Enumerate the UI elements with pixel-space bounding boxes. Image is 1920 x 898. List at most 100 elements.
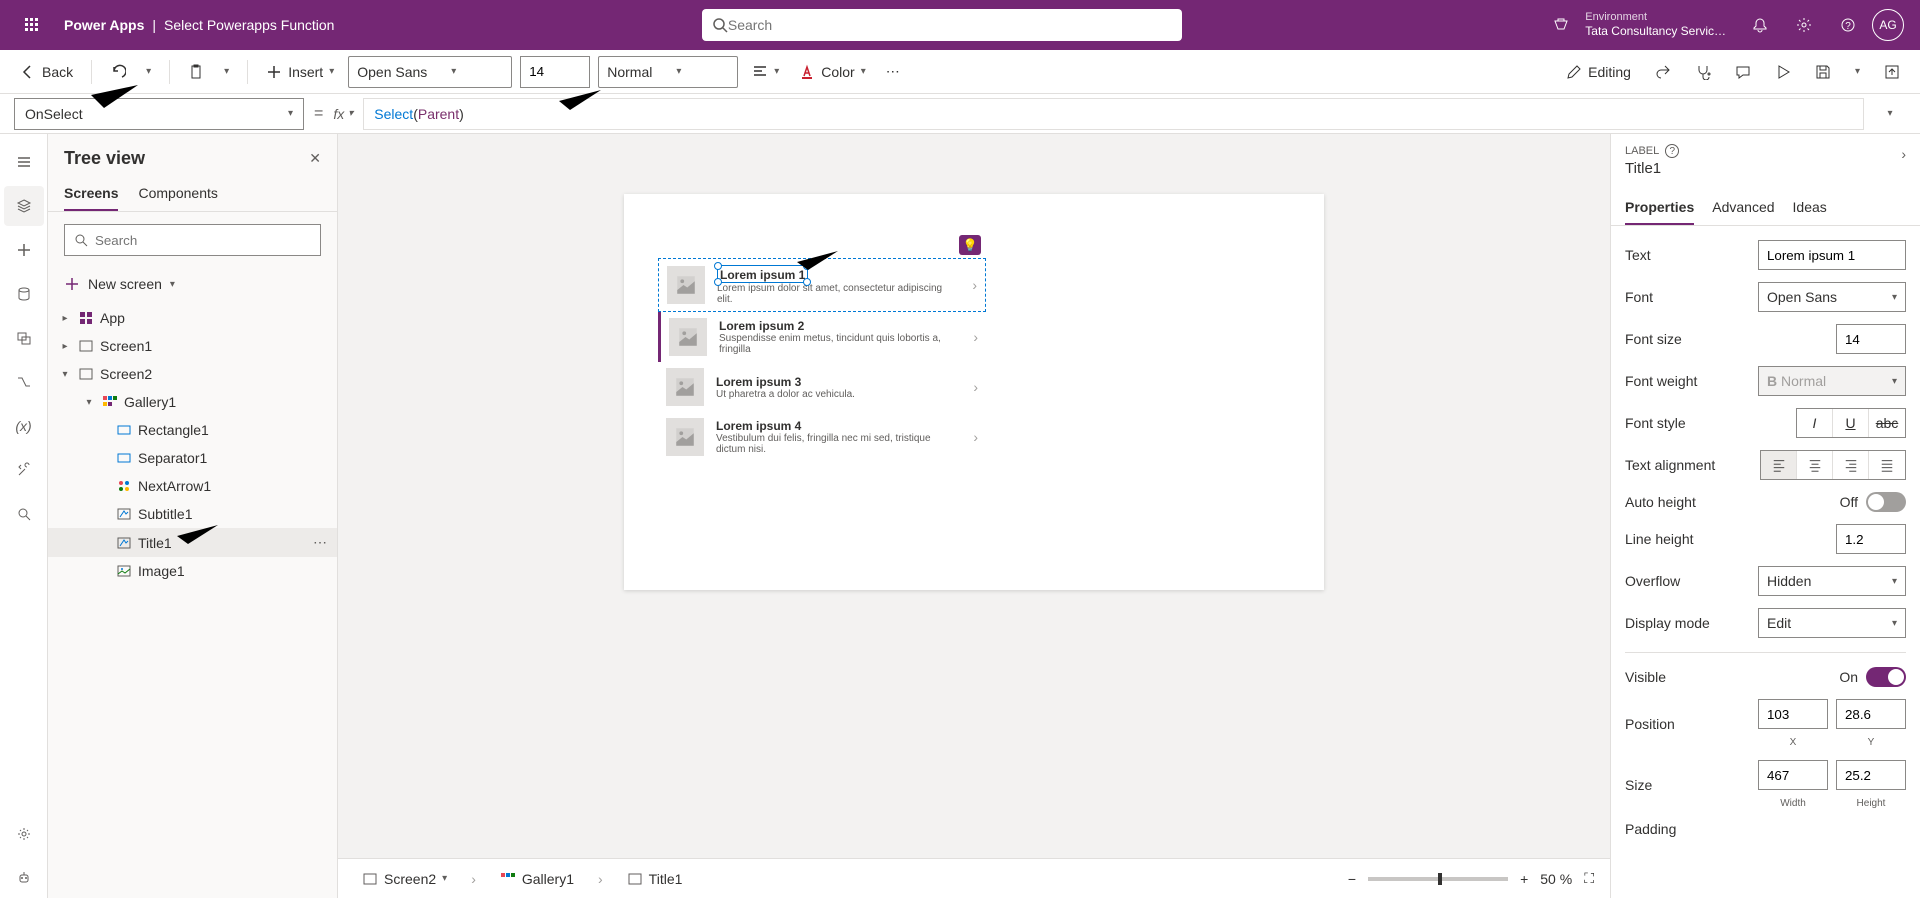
align-left-button[interactable] [1761, 451, 1797, 479]
search-input[interactable] [728, 17, 1172, 33]
save-menu[interactable]: ▾ [1849, 62, 1866, 81]
tab-screens[interactable]: Screens [64, 177, 118, 211]
more-options[interactable]: ⋯ [880, 59, 906, 84]
formula-expand[interactable]: ▾ [1874, 98, 1906, 130]
app-name[interactable]: Power Apps [56, 17, 152, 33]
tab-advanced[interactable]: Advanced [1712, 191, 1774, 225]
tree-node-image1[interactable]: Image1 [48, 557, 337, 585]
info-icon[interactable]: ? [1665, 144, 1679, 158]
title-control-selected[interactable]: Lorem ipsum 1 [717, 265, 808, 283]
app-canvas[interactable]: 💡 Lorem ipsum 1 Lorem ipsum dolor sit am… [624, 194, 1324, 590]
paste-menu[interactable]: ▾ [218, 62, 235, 81]
undo-menu[interactable]: ▾ [140, 62, 157, 81]
breadcrumb-title1[interactable]: Title1 [619, 867, 691, 891]
tab-ideas[interactable]: Ideas [1793, 191, 1827, 225]
prop-font-select[interactable]: Open Sans▾ [1758, 282, 1906, 312]
tree-search-input[interactable] [95, 233, 312, 248]
back-button[interactable]: Back [14, 60, 79, 84]
prop-overflow-select[interactable]: Hidden▾ [1758, 566, 1906, 596]
ideas-bulb[interactable]: 💡 [959, 235, 981, 255]
comments-button[interactable] [1729, 60, 1757, 84]
next-arrow-icon[interactable]: › [973, 429, 978, 445]
environment-icon[interactable] [1541, 5, 1581, 45]
gallery-item[interactable]: Lorem ipsum 2Suspendisse enim metus, tin… [658, 312, 986, 362]
tree-node-more[interactable]: ⋯ [313, 534, 327, 551]
tree-node-screen1[interactable]: ▸Screen1 [48, 332, 337, 360]
tree-node-gallery1[interactable]: ▾Gallery1 [48, 388, 337, 416]
user-avatar[interactable]: AG [1872, 9, 1904, 41]
undo-button[interactable] [104, 60, 132, 84]
gallery-item[interactable]: Lorem ipsum 3Ut pharetra a dolor ac vehi… [658, 362, 986, 412]
share-button[interactable] [1649, 60, 1677, 84]
header-search[interactable] [702, 9, 1182, 41]
app-checker-button[interactable] [1689, 60, 1717, 84]
align-button[interactable]: ▾ [746, 60, 785, 84]
strike-button[interactable]: abc [1869, 409, 1905, 437]
tree-node-app[interactable]: ▸App [48, 304, 337, 332]
publish-button[interactable] [1878, 60, 1906, 84]
rail-media[interactable] [4, 318, 44, 358]
font-size-input[interactable] [520, 56, 590, 88]
app-launcher[interactable] [8, 1, 56, 49]
prop-position-x[interactable] [1758, 699, 1828, 729]
rail-settings[interactable] [4, 814, 44, 854]
rail-tools[interactable] [4, 450, 44, 490]
gallery-control[interactable]: 💡 Lorem ipsum 1 Lorem ipsum dolor sit am… [658, 258, 986, 462]
fit-to-window[interactable]: ⛶ [1584, 870, 1594, 887]
collapse-panel[interactable]: › [1901, 146, 1906, 162]
gallery-item[interactable]: 💡 Lorem ipsum 1 Lorem ipsum dolor sit am… [658, 258, 986, 312]
canvas-scroll[interactable]: 💡 Lorem ipsum 1 Lorem ipsum dolor sit am… [338, 134, 1610, 858]
rail-variables[interactable]: (x) [4, 406, 44, 446]
tab-properties[interactable]: Properties [1625, 191, 1694, 225]
prop-fontsize-input[interactable] [1836, 324, 1906, 354]
tree-node-screen2[interactable]: ▾Screen2 [48, 360, 337, 388]
rail-tree-view[interactable] [4, 186, 44, 226]
font-family-select[interactable]: Open Sans▾ [348, 56, 512, 88]
save-button[interactable] [1809, 60, 1837, 84]
tree-search[interactable] [64, 224, 321, 256]
rail-search[interactable] [4, 494, 44, 534]
settings-button[interactable] [1784, 5, 1824, 45]
align-justify-button[interactable] [1869, 451, 1905, 479]
prop-displaymode-select[interactable]: Edit▾ [1758, 608, 1906, 638]
gallery-item[interactable]: Lorem ipsum 4Vestibulum dui felis, fring… [658, 412, 986, 462]
breadcrumb-gallery1[interactable]: Gallery1 [492, 867, 582, 891]
tree-node-nextarrow1[interactable]: NextArrow1 [48, 472, 337, 500]
visible-toggle[interactable] [1866, 667, 1906, 687]
zoom-thumb[interactable] [1438, 873, 1442, 885]
underline-button[interactable]: U [1833, 409, 1869, 437]
help-button[interactable]: ? [1828, 5, 1868, 45]
align-center-button[interactable] [1797, 451, 1833, 479]
align-right-button[interactable] [1833, 451, 1869, 479]
prop-fontweight-select[interactable]: B Normal▾ [1758, 366, 1906, 396]
autoheight-toggle[interactable] [1866, 492, 1906, 512]
fx-label[interactable]: fx▾ [333, 106, 353, 122]
formula-input[interactable]: Select(Parent) [363, 98, 1864, 130]
preview-button[interactable] [1769, 60, 1797, 84]
prop-size-h[interactable] [1836, 760, 1906, 790]
zoom-slider[interactable] [1368, 877, 1508, 881]
tree-node-subtitle1[interactable]: Subtitle1 [48, 500, 337, 528]
next-arrow-icon[interactable]: › [973, 379, 978, 395]
tree-node-separator1[interactable]: Separator1 [48, 444, 337, 472]
color-button[interactable]: Color▾ [793, 60, 872, 84]
zoom-in[interactable]: + [1520, 871, 1528, 887]
paste-button[interactable] [182, 60, 210, 84]
new-screen-button[interactable]: New screen ▾ [48, 268, 337, 300]
font-weight-select[interactable]: Normal▾ [598, 56, 738, 88]
zoom-out[interactable]: − [1348, 871, 1356, 887]
next-arrow-icon[interactable]: › [972, 277, 977, 293]
prop-text-input[interactable] [1758, 240, 1906, 270]
prop-size-w[interactable] [1758, 760, 1828, 790]
property-selector[interactable]: OnSelect ▾ [14, 98, 304, 130]
rail-insert[interactable] [4, 230, 44, 270]
breadcrumb-screen2[interactable]: Screen2▾ [354, 867, 455, 891]
tree-node-rectangle1[interactable]: Rectangle1 [48, 416, 337, 444]
next-arrow-icon[interactable]: › [973, 329, 978, 345]
rail-hamburger[interactable] [4, 142, 44, 182]
environment-picker[interactable]: Environment Tata Consultancy Servic… [1585, 11, 1726, 39]
insert-button[interactable]: Insert ▾ [260, 60, 340, 84]
close-tree-button[interactable]: ✕ [309, 150, 321, 167]
italic-button[interactable]: I [1797, 409, 1833, 437]
prop-lineheight-input[interactable] [1836, 524, 1906, 554]
